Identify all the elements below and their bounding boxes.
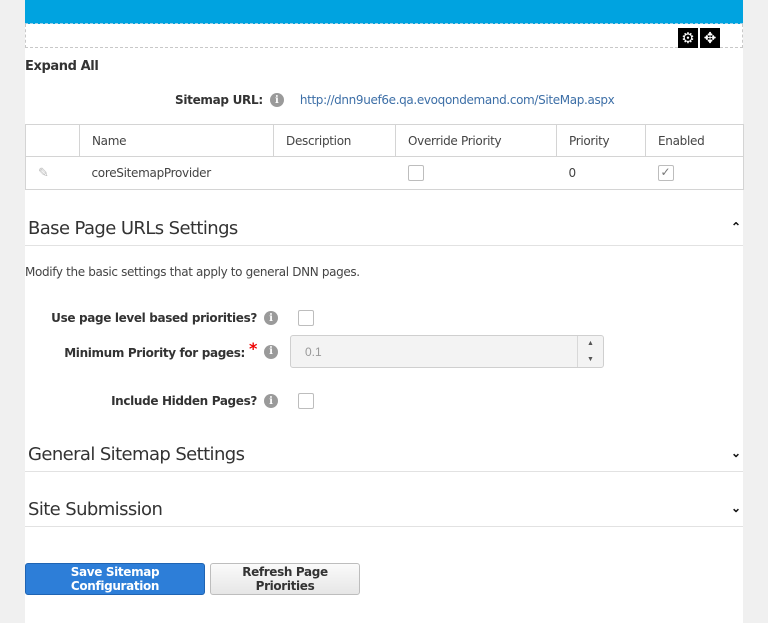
chevron-up-icon[interactable]: ⌃ [731, 220, 741, 234]
table-header-row: Name Description Override Priority Prior… [25, 124, 744, 157]
sitemap-url-row: Sitemap URL: i http://dnn9uef6e.qa.evoqo… [175, 93, 615, 107]
column-header-override-priority: Override Priority [395, 124, 557, 157]
provider-priority: 0 [556, 156, 646, 190]
spinner-buttons: ▲ ▼ [577, 336, 603, 367]
gear-icon[interactable]: ⚙ [678, 28, 698, 48]
min-priority-input[interactable] [291, 336, 577, 367]
min-priority-row: Minimum Priority for pages:* i ▲ ▼ [25, 335, 604, 368]
info-icon[interactable]: i [269, 93, 284, 107]
refresh-priorities-button[interactable]: Refresh Page Priorities [210, 563, 360, 595]
info-icon[interactable]: i [264, 394, 278, 408]
section-general-sitemap[interactable]: General Sitemap Settings ⌄ [25, 436, 743, 472]
module-panel: ⚙ ✥ Expand All Sitemap URL: i http://dnn… [25, 0, 744, 623]
info-icon[interactable]: i [264, 344, 278, 359]
enabled-checkbox[interactable] [657, 165, 674, 181]
use-page-level-checkbox[interactable] [298, 309, 314, 326]
override-priority-cell [395, 156, 557, 190]
column-header-priority: Priority [556, 124, 646, 157]
sitemap-url-link[interactable]: http://dnn9uef6e.qa.evoqondemand.com/Sit… [300, 93, 615, 107]
column-header-name: Name [79, 124, 274, 157]
include-hidden-label: Include Hidden Pages? [111, 394, 257, 408]
increment-icon[interactable]: ▲ [578, 336, 603, 352]
column-header-enabled: Enabled [645, 124, 744, 157]
include-hidden-control [298, 392, 314, 410]
column-header-edit [25, 124, 80, 157]
section-base-page-urls[interactable]: Base Page URLs Settings ⌃ [25, 210, 743, 246]
chevron-down-icon[interactable]: ⌄ [731, 446, 741, 460]
sitemap-url-label: Sitemap URL: [175, 93, 263, 107]
section-title: Site Submission [28, 499, 163, 520]
module-action-strip: ⚙ ✥ [25, 24, 743, 48]
section-site-submission[interactable]: Site Submission ⌄ [25, 491, 743, 527]
use-page-level-label: Use page level based priorities? [51, 311, 257, 325]
column-header-description: Description [273, 124, 396, 157]
move-icon[interactable]: ✥ [700, 28, 720, 48]
providers-table: Name Description Override Priority Prior… [25, 124, 744, 190]
section-title: Base Page URLs Settings [28, 218, 238, 239]
provider-description [273, 156, 396, 190]
decrement-icon[interactable]: ▼ [578, 352, 603, 368]
section-title: General Sitemap Settings [28, 444, 245, 465]
enabled-cell [645, 156, 744, 190]
include-hidden-checkbox[interactable] [298, 392, 314, 409]
expand-all-link[interactable]: Expand All [25, 59, 99, 74]
header-bar [25, 0, 743, 24]
save-sitemap-button[interactable]: Save Sitemap Configuration [25, 563, 205, 595]
info-icon[interactable]: i [264, 311, 278, 325]
edit-cell: ✎ [25, 156, 80, 190]
use-page-level-row: Use page level based priorities? i [25, 309, 314, 327]
module-actions: ⚙ ✥ [678, 28, 720, 48]
include-hidden-row: Include Hidden Pages? i [25, 392, 314, 410]
provider-name: coreSitemapProvider [79, 156, 274, 190]
use-page-level-control [298, 309, 314, 327]
table-row: ✎ coreSitemapProvider 0 [25, 156, 744, 190]
min-priority-label: Minimum Priority for pages: * [64, 339, 257, 360]
section-description: Modify the basic settings that apply to … [25, 265, 360, 279]
min-priority-spinner: ▲ ▼ [290, 335, 604, 368]
override-priority-checkbox[interactable] [407, 165, 424, 181]
pencil-icon[interactable]: ✎ [38, 166, 49, 181]
chevron-down-icon[interactable]: ⌄ [731, 501, 741, 515]
required-indicator: * [248, 339, 257, 358]
